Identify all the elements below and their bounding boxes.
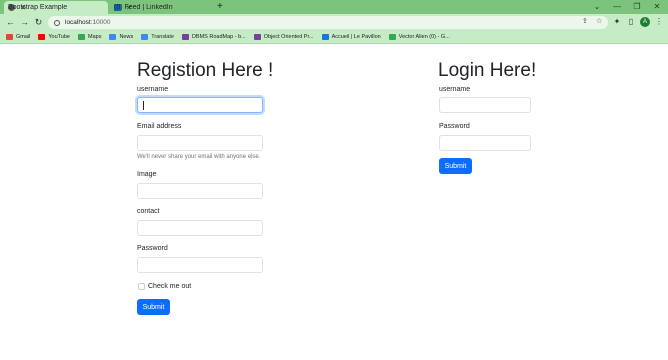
url-port: :10000 [90, 19, 111, 26]
drive-icon [388, 34, 396, 40]
bookmark-icon [181, 34, 189, 40]
avatar[interactable]: A [640, 17, 650, 27]
url-host: localhost [65, 19, 91, 26]
reg-email-label: Email address [137, 123, 182, 130]
browser-toolbar: ← → ↻ localhost:10000 ⇪ ☆ ✦ ▯ A ⋮ [0, 14, 668, 31]
reg-contact-label: contact [137, 208, 160, 215]
bookmark-label: Maps [88, 34, 102, 40]
news-icon [109, 34, 117, 40]
reg-username-input[interactable] [137, 97, 263, 113]
login-submit-button[interactable]: Submit [439, 158, 472, 174]
text-cursor [143, 101, 144, 110]
new-tab-button[interactable]: + [217, 1, 223, 13]
tab-search-icon[interactable]: ⌄ [588, 0, 606, 14]
bookmark-icon [321, 34, 329, 40]
bookmark-label: Accueil | Le Pavillon [331, 34, 381, 40]
tab-title: (0) Feed | LinkedIn [114, 4, 173, 11]
reg-password-label: Password [137, 245, 168, 252]
login-username-label: username [439, 86, 471, 93]
reg-contact-input[interactable] [137, 220, 263, 236]
check-me-out-label: Check me out [148, 283, 192, 290]
reg-submit-button[interactable]: Submit [137, 299, 170, 315]
bookmark-label: Gmail [16, 34, 31, 40]
bookmark-translate[interactable]: Translate [141, 34, 174, 40]
forward-button[interactable]: → [19, 17, 30, 28]
bookmark-gmail[interactable]: Gmail [6, 34, 30, 40]
reg-image-label: Image [137, 171, 157, 178]
bookmark-label: Vector Alien (0) - G... [398, 34, 450, 40]
gmail-icon [6, 34, 13, 40]
login-password-label: Password [439, 123, 470, 130]
menu-icon[interactable]: ⋮ [654, 17, 664, 27]
bookmark-label: DBMS RoadMap - b... [191, 34, 246, 40]
reg-password-input[interactable] [137, 257, 263, 273]
email-help-text: We'll never share your email with anyone… [137, 154, 261, 160]
youtube-icon [38, 34, 46, 40]
bookmark-label: News [119, 34, 134, 40]
bookmark-accueil[interactable]: Accueil | Le Pavillon [321, 34, 381, 40]
bookmark-icon [253, 34, 261, 40]
login-username-input[interactable] [439, 97, 531, 113]
bookmark-object-oriented[interactable]: Object Oriented Pr... [253, 34, 314, 40]
tab-title: Bootstrap Example [8, 4, 68, 11]
bookmark-dbms-roadmap[interactable]: DBMS RoadMap - b... [181, 34, 246, 40]
bookmark-label: Translate [151, 34, 174, 40]
minimize-button[interactable]: — [608, 0, 626, 14]
maps-icon [78, 34, 85, 40]
side-panel-icon[interactable]: ▯ [626, 17, 636, 27]
tab-strip: Bootstrap Example ✕ (0) Feed | LinkedIn … [0, 0, 668, 14]
registration-title: Registion Here ! [137, 60, 274, 81]
extensions-icon[interactable]: ✦ [612, 17, 622, 27]
close-window-button[interactable]: ✕ [648, 0, 666, 14]
reg-email-input[interactable] [137, 135, 263, 151]
page-content: Registion Here ! username Email address … [0, 45, 668, 360]
share-icon[interactable]: ⇪ [582, 17, 588, 25]
tab-linkedin[interactable]: (0) Feed | LinkedIn ✕ [110, 1, 214, 14]
bookmarks-bar: Gmail YouTube Maps News Translate DBMS R… [0, 31, 668, 44]
tab-bootstrap-example[interactable]: Bootstrap Example ✕ [4, 1, 108, 14]
bookmark-label: YouTube [48, 34, 70, 40]
bookmark-label: Object Oriented Pr... [263, 34, 314, 40]
bookmark-youtube[interactable]: YouTube [38, 34, 70, 40]
address-bar[interactable]: localhost:10000 [48, 16, 608, 29]
site-info-icon[interactable] [54, 19, 60, 26]
back-button[interactable]: ← [5, 17, 16, 28]
reg-image-input[interactable] [137, 183, 263, 199]
reg-username-label: username [137, 86, 169, 93]
login-title: Login Here! [438, 60, 537, 81]
login-password-input[interactable] [439, 135, 531, 151]
translate-icon [141, 34, 149, 40]
maximize-button[interactable]: ❐ [628, 0, 646, 14]
bookmark-vector-alien[interactable]: Vector Alien (0) - G... [388, 34, 450, 40]
reload-button[interactable]: ↻ [33, 17, 44, 28]
bookmark-news[interactable]: News [109, 34, 133, 40]
bookmark-maps[interactable]: Maps [78, 34, 101, 40]
bookmark-star-icon[interactable]: ☆ [596, 17, 602, 25]
check-me-out-checkbox[interactable] [138, 283, 145, 290]
